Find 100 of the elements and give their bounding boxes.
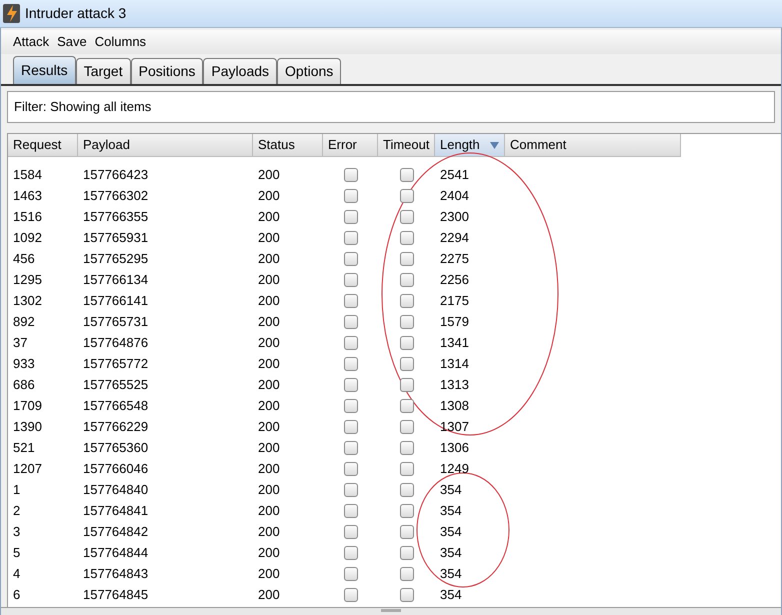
tab[interactable]: Payloads [203, 58, 278, 84]
checkbox[interactable] [400, 294, 414, 308]
table-cell-text: 200 [257, 376, 281, 394]
table-cell-text: 157765731 [82, 312, 150, 331]
checkbox[interactable] [400, 482, 414, 496]
checkbox[interactable] [400, 440, 414, 454]
column-header[interactable]: Payload [78, 134, 253, 156]
checkbox[interactable] [400, 252, 414, 266]
checkbox[interactable] [344, 440, 358, 454]
table-cell-text: 1308 [439, 396, 470, 415]
table-cell-text: 1516 [12, 208, 43, 226]
table-cell-text: 456 [12, 250, 36, 268]
checkbox[interactable] [344, 566, 358, 580]
checkbox[interactable] [400, 546, 414, 560]
table-cell-text: 157765772 [82, 354, 150, 373]
table-cell-text: 157765360 [82, 438, 150, 457]
filter-bar[interactable]: Filter: Showing all items [7, 91, 775, 123]
menu-item[interactable]: Save [57, 32, 87, 52]
table-cell-text: 354 [439, 522, 463, 541]
checkbox[interactable] [400, 272, 414, 286]
column-header[interactable]: Status [253, 134, 323, 156]
table-cell-text: 157766134 [82, 270, 150, 289]
table-cell-text: 354 [439, 480, 463, 499]
checkbox[interactable] [344, 378, 358, 392]
table-cell-text: 37 [12, 334, 28, 352]
checkbox[interactable] [400, 462, 414, 476]
checkbox[interactable] [400, 230, 414, 244]
checkbox[interactable] [344, 336, 358, 350]
table-cell-text: 933 [12, 354, 36, 373]
table-cell-text: 1207 [12, 460, 43, 478]
table-cell-text: 157764840 [82, 480, 150, 499]
table-cell-text: 200 [257, 460, 281, 478]
checkbox[interactable] [400, 188, 414, 202]
checkbox[interactable] [344, 398, 358, 412]
table-cell-text: 521 [12, 438, 36, 457]
checkbox[interactable] [344, 210, 358, 224]
checkbox[interactable] [400, 168, 414, 182]
column-header[interactable]: Request [8, 134, 78, 156]
tab[interactable]: Options [277, 58, 342, 84]
checkbox[interactable] [344, 462, 358, 476]
checkbox[interactable] [344, 314, 358, 328]
checkbox[interactable] [400, 420, 414, 434]
checkbox[interactable] [400, 378, 414, 392]
splitter-handle[interactable] [381, 609, 401, 612]
checkbox[interactable] [400, 566, 414, 580]
table-cell-text: 200 [257, 208, 281, 226]
table-cell-text: 354 [439, 586, 463, 604]
table-cell-text: 157765931 [82, 228, 150, 247]
checkbox[interactable] [400, 398, 414, 412]
checkbox[interactable] [344, 524, 358, 538]
table-cell-text: 157764843 [82, 564, 150, 583]
checkbox[interactable] [344, 356, 358, 370]
table-cell-text: 200 [257, 250, 281, 268]
table-cell-text: 686 [12, 376, 36, 394]
menu-item[interactable]: Attack [13, 32, 50, 52]
table-cell-text: 2175 [439, 292, 470, 310]
table-cell-text: 2294 [439, 228, 470, 247]
table-cell-text: 2256 [439, 270, 470, 289]
table-cell-text: 200 [257, 186, 281, 205]
table-cell-text: 157765295 [82, 250, 150, 268]
table-cell-text: 200 [257, 544, 281, 562]
checkbox[interactable] [400, 356, 414, 370]
table-cell-text: 157766046 [82, 460, 150, 478]
tab[interactable]: Positions [130, 58, 204, 84]
checkbox[interactable] [344, 482, 358, 496]
checkbox[interactable] [400, 588, 414, 602]
table-cell-text: 354 [439, 544, 463, 562]
checkbox[interactable] [344, 504, 358, 518]
checkbox[interactable] [344, 230, 358, 244]
table-cell-text: 157764844 [82, 544, 150, 562]
table-cell-text: 1579 [439, 312, 470, 331]
table-cell-text: 157766229 [82, 418, 150, 436]
checkbox[interactable] [344, 252, 358, 266]
table-cell-text: 1249 [439, 460, 470, 478]
checkbox[interactable] [400, 314, 414, 328]
table-cell-text: 200 [257, 418, 281, 436]
checkbox[interactable] [344, 546, 358, 560]
filter-text: Filter: Showing all items [14, 98, 152, 116]
table-cell-text: 200 [257, 334, 281, 352]
column-header[interactable]: Comment [505, 134, 681, 156]
checkbox[interactable] [400, 524, 414, 538]
tab[interactable]: Results [13, 56, 76, 84]
column-header[interactable]: Error [323, 134, 378, 156]
table-cell-text: 4 [12, 564, 22, 583]
column-header[interactable]: Length [435, 134, 505, 156]
checkbox[interactable] [344, 188, 358, 202]
checkbox[interactable] [400, 336, 414, 350]
checkbox[interactable] [400, 504, 414, 518]
checkbox[interactable] [344, 272, 358, 286]
table-cell-text: 1584 [12, 166, 43, 184]
checkbox[interactable] [344, 168, 358, 182]
table-cell-text: 1092 [12, 228, 43, 247]
tab[interactable]: Target [76, 58, 131, 84]
checkbox[interactable] [344, 294, 358, 308]
checkbox[interactable] [344, 420, 358, 434]
checkbox[interactable] [400, 210, 414, 224]
checkbox[interactable] [344, 588, 358, 602]
table-cell-text: 1306 [439, 438, 470, 457]
menu-item[interactable]: Columns [94, 32, 146, 52]
table-cell-text: 200 [257, 270, 281, 289]
